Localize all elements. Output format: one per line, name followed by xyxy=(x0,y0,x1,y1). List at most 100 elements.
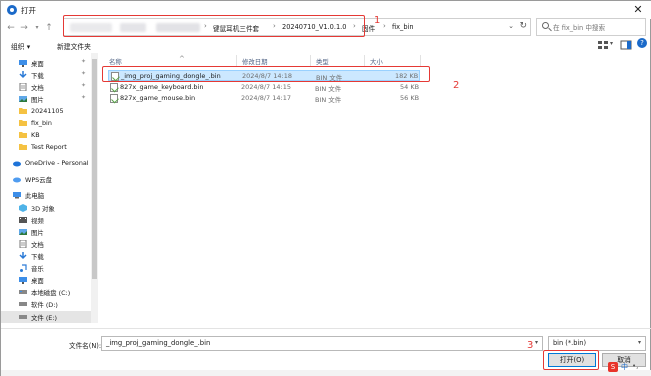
nav-item-onedrive[interactable]: OneDrive - Personal xyxy=(1,157,91,169)
drive-icon xyxy=(19,315,27,319)
punctuation-icon[interactable]: •, xyxy=(632,362,638,370)
picture-icon xyxy=(19,96,27,102)
pin-icon[interactable]: ✦ xyxy=(81,82,86,89)
document-icon xyxy=(19,240,27,248)
cloud-icon xyxy=(13,161,21,167)
pin-icon[interactable]: ✦ xyxy=(81,70,86,77)
nav-item-pictures[interactable]: 图片 ✦ xyxy=(1,93,91,105)
column-header-label: 名称 xyxy=(109,58,122,66)
nav-item-downloads[interactable]: 下载 ✦ xyxy=(1,69,91,81)
nav-item-pc-downloads[interactable]: 下载 xyxy=(1,250,91,262)
nav-label: 3D 对象 xyxy=(31,205,55,213)
nav-label: 桌面 xyxy=(31,277,44,285)
sogou-ime-icon[interactable]: S xyxy=(608,362,618,372)
nav-label: 音乐 xyxy=(31,265,44,273)
nav-label: WPS云盘 xyxy=(25,176,53,184)
nav-label: 文件 (E:) xyxy=(31,314,57,322)
bin-file-icon xyxy=(110,94,118,103)
file-row[interactable]: 827x_game_mouse.bin 2024/8/7 14:17 BIN 文… xyxy=(108,93,420,104)
help-icon[interactable]: ? xyxy=(637,38,647,48)
input-mode-icon[interactable]: 中 xyxy=(621,362,628,372)
nav-item-folder-test-report[interactable]: Test Report xyxy=(1,141,91,153)
nav-label: KB xyxy=(31,131,40,139)
nav-item-music[interactable]: 音乐 xyxy=(1,262,91,274)
back-arrow-icon[interactable]: ← xyxy=(5,21,17,35)
file-list: 名称 ^ 修改日期 类型 大小 _img_proj_gaming_dongle_… xyxy=(102,53,648,328)
column-header-size[interactable]: 大小 xyxy=(370,57,383,66)
nav-item-documents[interactable]: 文档 ✦ xyxy=(1,81,91,93)
ime-tray[interactable]: S 中 •, xyxy=(608,362,648,374)
up-arrow-icon[interactable]: ↑ xyxy=(43,21,55,35)
column-header-date[interactable]: 修改日期 xyxy=(242,57,268,66)
nav-scrollbar-thumb[interactable] xyxy=(92,59,97,279)
refresh-icon[interactable]: ↻ xyxy=(519,21,527,31)
nav-item-folder-fix-bin[interactable]: fix_bin xyxy=(1,117,91,129)
search-input[interactable] xyxy=(553,21,643,34)
nav-item-wps-cloud[interactable]: WPS云盘 xyxy=(1,173,91,185)
new-folder-button[interactable]: 新建文件夹 xyxy=(57,41,91,51)
nav-item-videos[interactable]: 视频 xyxy=(1,214,91,226)
search-box[interactable] xyxy=(536,18,646,36)
open-button[interactable]: 打开(O) xyxy=(548,353,596,367)
nav-item-desktop[interactable]: 桌面 ✦ xyxy=(1,57,91,69)
nav-label: 文档 xyxy=(31,241,44,249)
drive-icon xyxy=(19,302,27,306)
nav-item-drive-d[interactable]: 软件 (D:) xyxy=(1,298,91,310)
nav-label: 视频 xyxy=(31,217,44,225)
search-icon xyxy=(542,22,549,29)
sort-ascending-icon: ^ xyxy=(179,55,185,63)
view-options-icon[interactable] xyxy=(597,40,609,50)
file-size: 54 KB xyxy=(400,83,420,91)
drive-icon xyxy=(19,290,27,294)
column-header-name[interactable]: 名称 ^ xyxy=(109,55,185,66)
nav-label: 图片 xyxy=(31,96,44,104)
chevron-down-icon[interactable]: ⌄ xyxy=(508,22,514,30)
nav-label: 桌面 xyxy=(31,60,44,68)
nav-item-pc-documents[interactable]: 文档 xyxy=(1,238,91,250)
file-type: BIN 文件 xyxy=(315,96,342,104)
nav-label: 20241105 xyxy=(31,107,64,115)
file-name: 827x_game_mouse.bin xyxy=(120,94,196,102)
filename-value: _img_proj_gaming_dongle_.bin xyxy=(106,339,211,347)
file-row[interactable]: 827x_game_keyboard.bin 2024/8/7 14:15 BI… xyxy=(108,82,420,93)
nav-item-pc-desktop[interactable]: 桌面 xyxy=(1,274,91,286)
organize-menu[interactable]: 组织 ▾ xyxy=(11,41,30,51)
annotation-box-1 xyxy=(63,15,365,37)
nav-label: 文档 xyxy=(31,84,44,92)
nav-label: 本地磁盘 (C:) xyxy=(31,289,71,297)
nav-label: 下载 xyxy=(31,253,44,261)
chevron-down-icon[interactable]: ▾ xyxy=(535,339,538,346)
nav-label: 软件 (D:) xyxy=(31,301,58,309)
nav-item-folder-kb[interactable]: KB xyxy=(1,129,91,141)
filetype-value: bin (*.bin) xyxy=(553,339,587,347)
forward-arrow-icon[interactable]: → xyxy=(18,21,30,35)
nav-item-this-pc[interactable]: 此电脑 xyxy=(1,189,91,201)
pin-icon[interactable]: ✦ xyxy=(81,94,86,101)
music-icon xyxy=(20,264,27,272)
annotation-number-3: 3 xyxy=(527,340,534,351)
computer-icon xyxy=(13,192,21,199)
pin-icon[interactable]: ✦ xyxy=(81,58,86,65)
3d-objects-icon xyxy=(19,204,27,212)
nav-item-pc-pictures[interactable]: 图片 xyxy=(1,226,91,238)
nav-item-3d-objects[interactable]: 3D 对象 xyxy=(1,202,91,214)
filetype-select[interactable]: bin (*.bin) ▾ xyxy=(548,336,646,351)
nav-item-drive-c[interactable]: 本地磁盘 (C:) xyxy=(1,286,91,298)
preview-pane-icon[interactable] xyxy=(620,40,632,50)
breadcrumb-item[interactable]: fix_bin xyxy=(392,23,414,31)
view-dropdown-icon[interactable]: ▾ xyxy=(610,40,613,47)
file-name: 827x_game_keyboard.bin xyxy=(120,83,204,91)
nav-label: OneDrive - Personal xyxy=(25,159,89,167)
chevron-down-icon[interactable]: ▾ xyxy=(638,339,641,346)
nav-item-folder-20241105[interactable]: 20241105 xyxy=(1,105,91,117)
app-icon xyxy=(7,5,17,15)
close-icon[interactable]: ✕ xyxy=(630,2,646,17)
annotation-number-1: 1 xyxy=(374,15,381,26)
nav-item-drive-e[interactable]: 文件 (E:) xyxy=(1,311,91,323)
column-header-type[interactable]: 类型 xyxy=(316,57,329,66)
file-date: 2024/8/7 14:15 xyxy=(241,83,291,91)
annotation-box-2 xyxy=(102,66,430,82)
document-icon xyxy=(19,83,27,91)
recent-dropdown-icon[interactable]: ▾ xyxy=(31,21,43,35)
filename-input[interactable]: _img_proj_gaming_dongle_.bin ▾ xyxy=(101,336,543,351)
